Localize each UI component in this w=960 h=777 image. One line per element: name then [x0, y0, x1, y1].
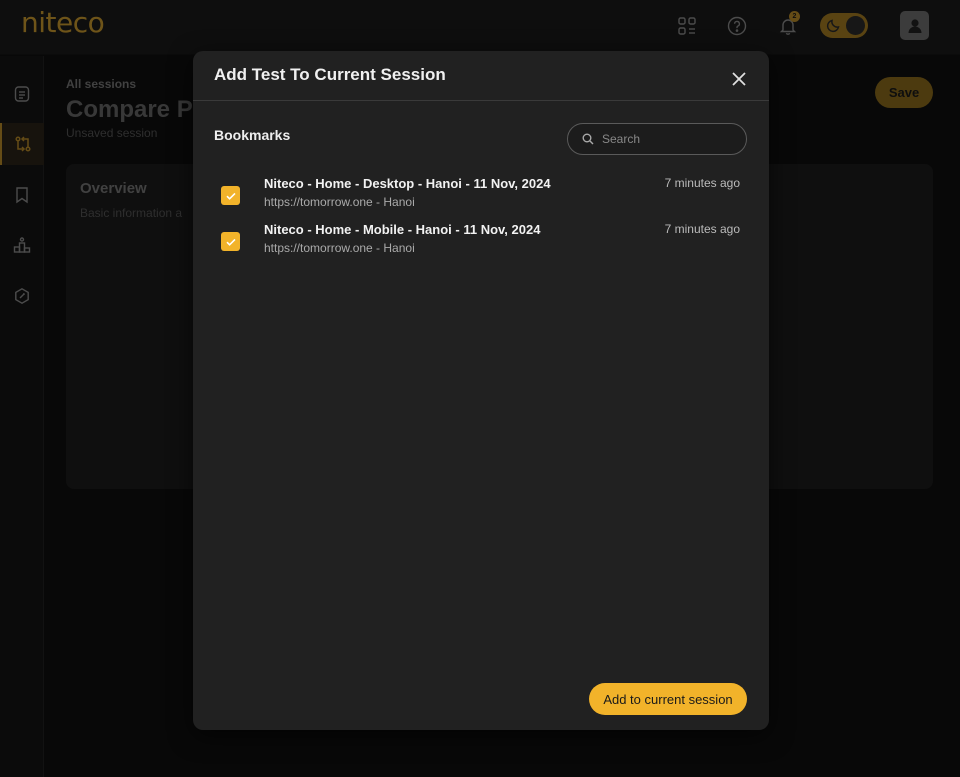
search-input[interactable] [602, 132, 732, 146]
bookmark-item[interactable]: Niteco - Home - Desktop - Hanoi - 11 Nov… [193, 176, 769, 216]
check-icon [225, 238, 236, 246]
bookmark-title: Niteco - Home - Mobile - Hanoi - 11 Nov,… [264, 222, 541, 237]
check-icon [225, 192, 236, 200]
bookmark-url: https://tomorrow.one - Hanoi [264, 195, 415, 209]
search-field[interactable] [567, 123, 747, 155]
close-icon [732, 72, 746, 86]
bookmark-time: 7 minutes ago [664, 176, 740, 190]
bookmark-title: Niteco - Home - Desktop - Hanoi - 11 Nov… [264, 176, 551, 191]
add-test-modal: Add Test To Current Session Bookmarks Ni… [193, 51, 769, 730]
bookmark-checkbox[interactable] [221, 232, 240, 251]
bookmark-item[interactable]: Niteco - Home - Mobile - Hanoi - 11 Nov,… [193, 222, 769, 262]
search-icon [582, 133, 594, 145]
add-to-session-button[interactable]: Add to current session [589, 683, 747, 715]
bookmarks-label: Bookmarks [214, 127, 291, 143]
close-button[interactable] [729, 69, 749, 89]
bookmark-url: https://tomorrow.one - Hanoi [264, 241, 415, 255]
bookmark-checkbox[interactable] [221, 186, 240, 205]
bookmark-time: 7 minutes ago [664, 222, 740, 236]
modal-title: Add Test To Current Session [214, 65, 446, 84]
modal-header: Add Test To Current Session [193, 51, 769, 101]
